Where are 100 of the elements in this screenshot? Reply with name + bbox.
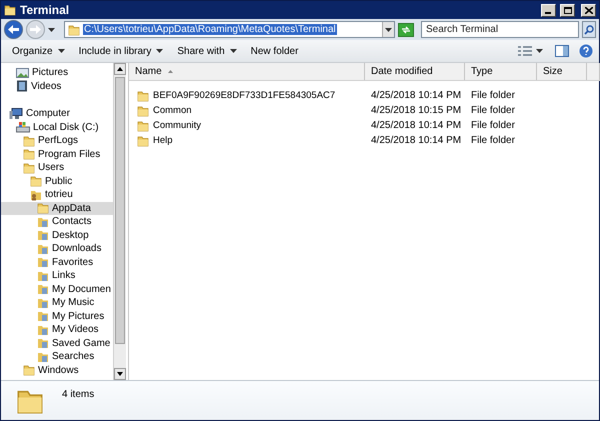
- pictures-icon: [16, 66, 29, 79]
- preview-pane-icon[interactable]: [555, 45, 569, 57]
- folder-icon: [37, 216, 49, 228]
- search-button[interactable]: [582, 21, 596, 38]
- nav-item[interactable]: Searches: [1, 350, 113, 364]
- back-arrow-icon: [8, 25, 19, 34]
- type-cell-text: File folder: [470, 89, 516, 102]
- folder-icon: [37, 229, 49, 242]
- close-button[interactable]: [581, 4, 596, 16]
- view-options-icon[interactable]: [518, 46, 532, 56]
- column-header[interactable]: Date modified: [365, 63, 465, 80]
- search-field[interactable]: Search Terminal: [421, 21, 579, 38]
- caret-icon: [230, 49, 237, 53]
- nav-item[interactable]: Windows: [1, 364, 113, 377]
- video-icon: [16, 80, 28, 92]
- caret-icon: [385, 28, 392, 32]
- scroll-up-button[interactable]: [114, 63, 126, 75]
- date-cell-text: 4/25/2018 10:14 PM: [370, 89, 462, 102]
- folder-icon: [37, 337, 49, 350]
- user-folder-icon: [30, 188, 42, 201]
- nav-item[interactable]: Computer: [1, 107, 113, 120]
- column-header[interactable]: Name: [129, 63, 365, 80]
- folder-icon: [23, 364, 35, 376]
- close-icon: [584, 6, 592, 14]
- nav-item[interactable]: Videos: [1, 80, 113, 93]
- toolbar-button[interactable]: Include in library: [74, 44, 168, 58]
- nav-item[interactable]: Desktop: [1, 228, 113, 242]
- folder-icon: [30, 175, 42, 188]
- folder-icon: [37, 324, 49, 336]
- folder-icon: [37, 270, 49, 282]
- file-name[interactable]: Community: [153, 120, 202, 131]
- view-menu-caret-icon: [536, 49, 543, 53]
- nav-item[interactable]: Contacts: [1, 215, 113, 228]
- type-cell-text: File folder: [470, 104, 516, 117]
- window-title: Terminal: [20, 3, 70, 17]
- maximize-button[interactable]: [560, 4, 575, 16]
- nav-item[interactable]: Pictures: [1, 66, 113, 80]
- nav-item[interactable]: Links: [1, 269, 113, 282]
- recent-pages-caret-icon: [48, 28, 55, 32]
- column-header[interactable]: Type: [465, 63, 537, 80]
- nav-item[interactable]: Favorites: [1, 256, 113, 269]
- folder-icon: [37, 256, 49, 268]
- folder-icon: [4, 4, 16, 16]
- date-cell-text: 4/25/2018 10:14 PM: [370, 119, 462, 132]
- nav-item[interactable]: Downloads: [1, 242, 113, 256]
- folder-icon: [37, 296, 49, 309]
- file-name[interactable]: Common: [153, 105, 192, 116]
- scroll-down-button[interactable]: [114, 368, 126, 380]
- down-arrow-icon: [117, 372, 123, 376]
- type-cell-text: File folder: [470, 134, 516, 147]
- minimize-button[interactable]: [541, 4, 556, 16]
- scrollbar[interactable]: [113, 63, 126, 380]
- nav-item[interactable]: Program Files: [1, 148, 113, 161]
- folder-icon: [23, 148, 35, 160]
- nav-item[interactable]: Local Disk (C:): [1, 120, 113, 134]
- search-icon: [584, 24, 594, 34]
- folder-icon: [37, 350, 49, 363]
- drive-icon: [16, 121, 30, 134]
- nav-item[interactable]: totrieu: [1, 188, 113, 202]
- nav-item[interactable]: My Documen: [1, 282, 113, 296]
- file-name[interactable]: BEF0A9F90269E8DF733D1FE584305AC7: [153, 90, 336, 101]
- nav-item[interactable]: PerfLogs: [1, 134, 113, 148]
- nav-item[interactable]: My Pictures: [1, 310, 113, 323]
- scrollbar-thumb[interactable]: [115, 77, 125, 344]
- toolbar-button[interactable]: Organize: [7, 44, 70, 58]
- caret-icon: [58, 49, 65, 53]
- item-count: 4 items: [62, 388, 94, 400]
- folder-icon: [37, 242, 49, 255]
- folder-icon: [37, 310, 49, 322]
- nav-item[interactable]: My Music: [1, 296, 113, 310]
- nav-item[interactable]: AppData: [1, 202, 113, 215]
- refresh-arrows-icon: [401, 26, 411, 34]
- back-button[interactable]: [4, 20, 23, 39]
- toolbar-button[interactable]: New folder: [246, 44, 304, 58]
- folder-icon: [137, 134, 149, 146]
- address-dropdown-button[interactable]: [382, 22, 394, 37]
- address-path: C:\Users\totrieu\AppData\Roaming\MetaQuotes\Terminal: [83, 24, 337, 35]
- nav-item[interactable]: Saved Game: [1, 336, 113, 350]
- folder-icon: [68, 24, 80, 36]
- folder-icon: [137, 120, 149, 132]
- help-icon[interactable]: [579, 44, 593, 58]
- folder-icon: [137, 104, 149, 116]
- folder-icon: [23, 134, 35, 147]
- address-field[interactable]: C:\Users\totrieu\AppData\Roaming\MetaQuotes\Terminal: [64, 21, 395, 38]
- folder-icon: [37, 283, 49, 296]
- refresh-button[interactable]: [398, 22, 414, 36]
- caret-icon: [156, 49, 164, 53]
- nav-item[interactable]: Public: [1, 174, 113, 188]
- column-header[interactable]: Size: [537, 63, 587, 80]
- folder-icon: [37, 202, 49, 214]
- maximize-icon: [564, 6, 572, 14]
- nav-item[interactable]: Users: [1, 161, 113, 174]
- file-name[interactable]: Help: [153, 135, 173, 146]
- sort-arrow-icon: [168, 70, 173, 73]
- forward-arrow-icon: [30, 25, 41, 34]
- nav-item[interactable]: My Videos: [1, 323, 113, 336]
- toolbar-button[interactable]: Share with: [172, 44, 242, 58]
- type-cell-text: File folder: [470, 119, 516, 132]
- computer-icon: [9, 108, 23, 120]
- date-cell-text: 4/25/2018 10:14 PM: [370, 134, 462, 147]
